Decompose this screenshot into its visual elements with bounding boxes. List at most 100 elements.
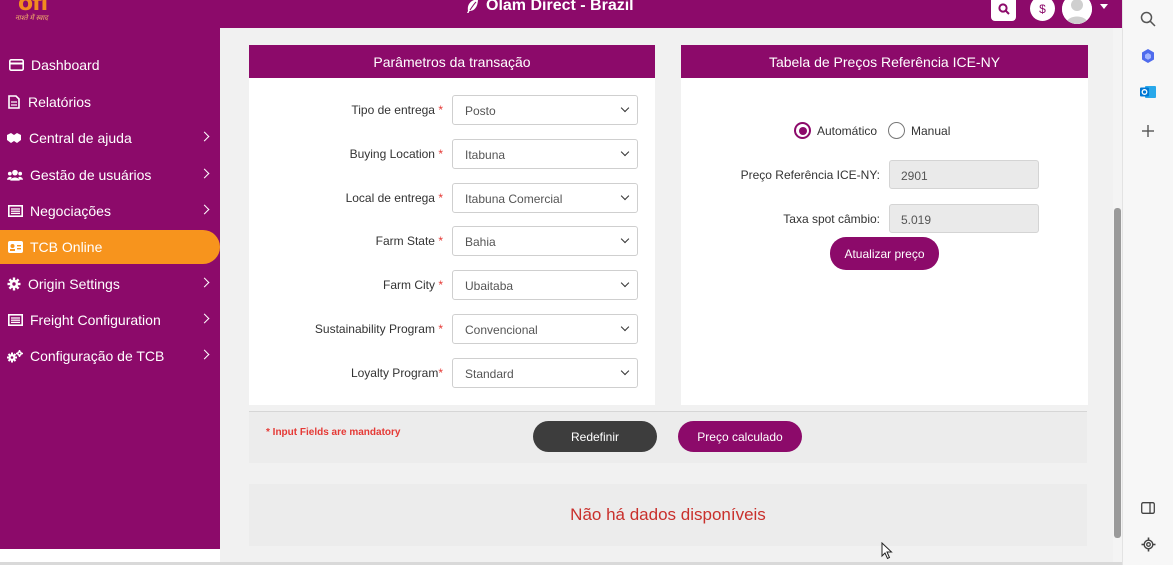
- sidebar-item-label: Configuração de TCB: [30, 348, 165, 364]
- radio-manual[interactable]: Manual: [888, 122, 950, 139]
- sidebar-item-label: Freight Configuration: [30, 312, 161, 328]
- sidebar-item-negociacoes[interactable]: Negociações: [0, 194, 220, 228]
- gear-icon: [1141, 537, 1155, 551]
- transaction-parameters-panel: Parâmetros da transação Tipo de entrega …: [249, 45, 655, 405]
- sidebar-item-label: Dashboard: [31, 57, 100, 73]
- required-mark: *: [434, 234, 443, 248]
- chevron-down-icon: [620, 147, 630, 157]
- field-label: Farm State *: [375, 234, 443, 248]
- ref-price-field[interactable]: 2901: [889, 160, 1039, 189]
- sidebar-item-configuracao-de-tcb[interactable]: Configuração de TCB: [0, 339, 220, 373]
- required-mark: *: [434, 147, 443, 161]
- spot-rate-row: Taxa spot câmbio: 5.019: [681, 204, 1088, 233]
- required-mark: *: [438, 366, 443, 380]
- loyalty-program-select[interactable]: Standard: [452, 358, 638, 388]
- radio-selected-icon: [794, 122, 811, 139]
- sidebar-item-relatorios[interactable]: Relatórios: [0, 85, 220, 119]
- local-de-entrega-select[interactable]: Itabuna Comercial: [452, 183, 638, 213]
- currency-button[interactable]: $: [1030, 0, 1055, 21]
- chevron-down-icon: [620, 322, 630, 332]
- radio-unselected-icon: [888, 122, 905, 139]
- redefinir-button[interactable]: Redefinir: [533, 421, 657, 452]
- chevron-right-icon: [199, 131, 210, 142]
- user-menu-caret-icon[interactable]: [1100, 4, 1108, 9]
- card-icon: [8, 58, 24, 72]
- radio-label: Automático: [817, 123, 878, 138]
- outlook-icon: [1140, 86, 1156, 98]
- spot-rate-field[interactable]: 5.019: [889, 204, 1039, 233]
- sidebar-item-label: Central de ajuda: [29, 130, 132, 146]
- sidebar-item-central-de-ajuda[interactable]: Central de ajuda: [0, 121, 220, 155]
- required-mark: *: [434, 278, 443, 292]
- sidebar: Dashboard Relatórios Central de ajuda Ge…: [0, 28, 220, 549]
- rail-settings-button[interactable]: [1139, 535, 1157, 553]
- users-icon: [7, 168, 23, 182]
- spot-rate-label: Taxa spot câmbio:: [783, 212, 880, 226]
- rail-search-button[interactable]: [1139, 10, 1157, 28]
- select-value: Bahia: [465, 235, 496, 249]
- mandatory-note: * Input Fields are mandatory: [266, 427, 401, 438]
- field-label: Sustainability Program *: [314, 322, 443, 336]
- reference-price-panel: Tabela de Preços Referência ICE-NY Autom…: [681, 45, 1088, 405]
- required-mark: *: [434, 103, 443, 117]
- buying-location-select[interactable]: Itabuna: [452, 139, 638, 169]
- avatar[interactable]: [1062, 0, 1092, 24]
- search-icon: [997, 2, 1010, 15]
- action-bar: * Input Fields are mandatory Redefinir P…: [249, 411, 1087, 463]
- sidebar-item-freight-configuration[interactable]: Freight Configuration: [0, 303, 220, 337]
- document-icon: [6, 95, 22, 109]
- chevron-down-icon: [620, 234, 630, 244]
- select-value: Itabuna: [465, 148, 506, 162]
- rail-add-button[interactable]: [1139, 122, 1157, 140]
- field-label: Buying Location *: [349, 147, 443, 161]
- page-scrollbar[interactable]: [1113, 28, 1122, 565]
- search-icon: [1140, 11, 1156, 27]
- sidebar-item-origin-settings[interactable]: Origin Settings: [0, 267, 220, 301]
- logo-mark: ofi: [18, 0, 48, 16]
- sidebar-item-dashboard[interactable]: Dashboard: [0, 48, 220, 82]
- top-bar: ofi नाश्ते में स्वाद Olam Direct - Brazi…: [0, 0, 1122, 28]
- field-loyalty-program: Loyalty Program* Standard: [249, 358, 655, 388]
- list-icon: [7, 313, 23, 327]
- main-content: Parâmetros da transação Tipo de entrega …: [220, 28, 1113, 565]
- chevron-down-icon: [620, 191, 630, 201]
- rail-outlook-button[interactable]: [1139, 83, 1157, 101]
- chevron-right-icon: [199, 349, 210, 360]
- no-data-message: Não há dados disponíveis: [249, 484, 1087, 546]
- field-farm-state: Farm State * Bahia: [249, 226, 655, 256]
- required-mark: *: [434, 322, 443, 336]
- sidebar-item-gestao-de-usuarios[interactable]: Gestão de usuários: [0, 158, 220, 192]
- rail-sidebar-toggle-button[interactable]: [1139, 499, 1157, 517]
- app-title: Olam Direct - Brazil: [466, 0, 634, 15]
- sidebar-item-label: Gestão de usuários: [30, 167, 152, 183]
- field-label: Farm City *: [382, 278, 443, 292]
- sidebar-item-label: Negociações: [30, 203, 111, 219]
- radio-automatico[interactable]: Automático: [794, 122, 877, 139]
- select-value: Standard: [465, 367, 514, 381]
- scrollbar-thumb[interactable]: [1114, 208, 1121, 538]
- header-search-button[interactable]: [991, 0, 1016, 21]
- sidebar-item-label: Origin Settings: [28, 276, 120, 292]
- gear-icon: [6, 277, 22, 291]
- farm-state-select[interactable]: Bahia: [452, 226, 638, 256]
- gears-icon: [7, 349, 23, 363]
- sustainability-program-select[interactable]: Convencional: [452, 314, 638, 344]
- browser-side-rail: [1122, 0, 1173, 565]
- rail-copilot-button[interactable]: [1139, 47, 1157, 65]
- mouse-cursor-icon: [881, 542, 893, 560]
- plus-icon: [1142, 125, 1154, 137]
- atualizar-preco-button[interactable]: Atualizar preço: [830, 237, 939, 270]
- required-mark: *: [434, 191, 443, 205]
- field-buying-location: Buying Location * Itabuna: [249, 139, 655, 169]
- ref-price-label: Preço Referência ICE-NY:: [740, 168, 880, 182]
- ofi-logo[interactable]: ofi नाश्ते में स्वाद: [15, 0, 59, 26]
- chevron-down-icon: [620, 278, 630, 288]
- chevron-right-icon: [199, 313, 210, 324]
- preco-calculado-button[interactable]: Preço calculado: [678, 421, 802, 452]
- logo-tagline: नाश्ते में स्वाद: [15, 15, 48, 22]
- field-farm-city: Farm City * Ubaitaba: [249, 270, 655, 300]
- chevron-right-icon: [199, 168, 210, 179]
- farm-city-select[interactable]: Ubaitaba: [452, 270, 638, 300]
- tipo-de-entrega-select[interactable]: Posto: [452, 95, 638, 125]
- sidebar-item-tcb-online[interactable]: TCB Online: [0, 230, 220, 264]
